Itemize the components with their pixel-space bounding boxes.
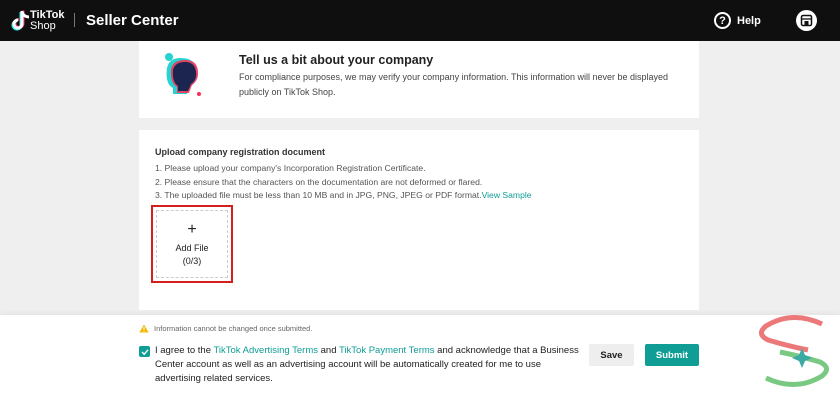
- upload-title: Upload company registration document: [155, 147, 326, 157]
- warning-notice: Information cannot be changed once submi…: [139, 324, 312, 333]
- store-button[interactable]: [796, 10, 817, 31]
- checkmark-icon: [141, 348, 149, 355]
- help-label: Help: [737, 14, 761, 27]
- submit-footer: Information cannot be changed once submi…: [0, 315, 840, 395]
- upload-rule-text: 3. The uploaded file must be less than 1…: [155, 190, 482, 200]
- terms-agreement: I agree to the TikTok Advertising Terms …: [139, 344, 579, 386]
- add-file-count: (0/3): [182, 256, 202, 266]
- warning-text: Information cannot be changed once submi…: [154, 324, 313, 333]
- question-circle-icon: ?: [714, 12, 731, 29]
- tiktok-note-icon: [11, 10, 30, 31]
- plus-icon: +: [187, 221, 197, 238]
- upload-document-card: Upload company registration document 1. …: [139, 130, 699, 310]
- submit-button[interactable]: Submit: [645, 344, 699, 366]
- upload-rule: 1. Please upload your company's Incorpor…: [155, 163, 426, 173]
- person-profile-illustration-icon: [165, 53, 201, 96]
- advertising-terms-link[interactable]: TikTok Advertising Terms: [213, 345, 318, 356]
- intro-title: Tell us a bit about your company: [239, 53, 434, 67]
- upload-rule: 2. Please ensure that the characters on …: [155, 176, 483, 187]
- view-sample-link[interactable]: View Sample: [482, 190, 532, 200]
- upload-rule: 3. The uploaded file must be less than 1…: [155, 189, 532, 203]
- agree-text-and: and: [318, 345, 339, 356]
- save-button[interactable]: Save: [589, 344, 634, 366]
- help-link[interactable]: ? Help: [714, 11, 761, 30]
- top-bar: TikTok Shop Seller Center ? Help: [0, 0, 840, 41]
- company-intro-card: Tell us a bit about your company For com…: [139, 41, 699, 118]
- logo-text: TikTok Shop: [30, 9, 65, 32]
- add-file-highlight: + Add File (0/3): [151, 205, 233, 283]
- watermark-logo-icon: [759, 315, 829, 387]
- upload-rules-list: 1. Please upload your company's Incorpor…: [155, 162, 532, 203]
- payment-terms-link[interactable]: TikTok Payment Terms: [339, 345, 435, 356]
- add-file-button[interactable]: + Add File (0/3): [156, 210, 228, 278]
- agree-checkbox[interactable]: [139, 346, 150, 357]
- app-title: Seller Center: [86, 12, 179, 29]
- header-divider: [74, 13, 75, 27]
- agree-text-prefix: I agree to the: [155, 345, 214, 356]
- intro-description: For compliance purposes, we may verify y…: [239, 72, 669, 97]
- warning-icon: [139, 324, 149, 333]
- tiktok-shop-logo[interactable]: TikTok Shop: [10, 8, 72, 34]
- add-file-label: Add File: [175, 243, 209, 253]
- store-icon: [800, 14, 813, 27]
